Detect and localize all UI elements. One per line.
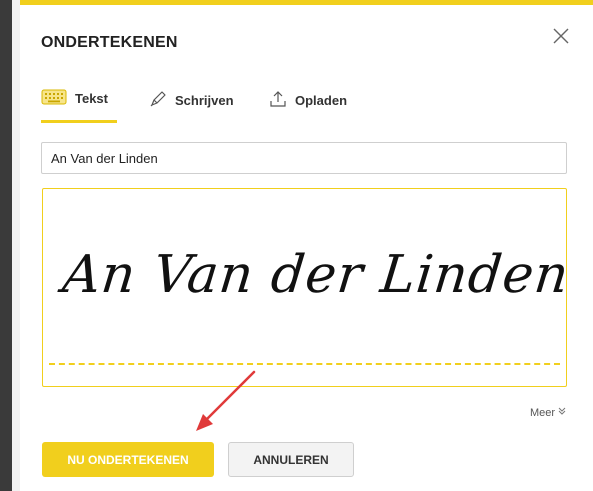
close-icon[interactable]: [550, 25, 572, 47]
sign-now-button[interactable]: NU ONDERTEKENEN: [42, 442, 214, 477]
signature-preview-area[interactable]: An Van der Linden: [42, 188, 572, 387]
upload-icon: [269, 90, 287, 111]
more-link[interactable]: Meer: [530, 406, 567, 419]
tab-tekst-label: Tekst: [75, 91, 108, 106]
background-edge-light: [12, 0, 20, 491]
sign-dialog: ONDERTEKENEN Tekst Schrijven Opladen An …: [20, 0, 593, 491]
tab-schrijven[interactable]: Schrijven: [149, 83, 234, 123]
signature-preview-text: An Van der Linden: [59, 245, 573, 305]
tab-schrijven-label: Schrijven: [175, 92, 234, 108]
tab-opladen-label: Opladen: [295, 92, 348, 108]
tab-tekst[interactable]: Tekst: [41, 83, 117, 123]
double-chevron-down-icon: [557, 406, 567, 419]
keyboard-icon: [41, 89, 67, 108]
background-edge: [0, 0, 12, 491]
pen-icon: [149, 90, 167, 111]
tab-opladen[interactable]: Opladen: [269, 83, 347, 123]
cancel-button[interactable]: ANNULEREN: [228, 442, 354, 477]
more-label: Meer: [530, 406, 556, 419]
tab-bar: Tekst Schrijven Opladen: [41, 83, 571, 123]
signature-name-input[interactable]: [41, 142, 567, 174]
dialog-title: ONDERTEKENEN: [41, 34, 178, 51]
signature-baseline: [49, 363, 560, 365]
